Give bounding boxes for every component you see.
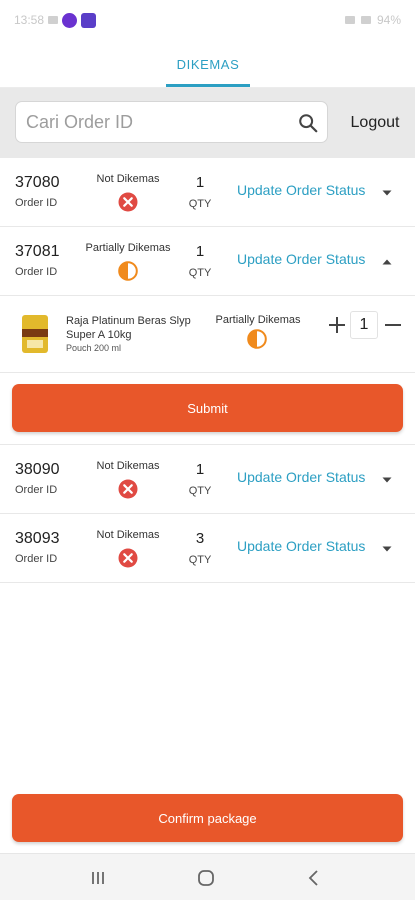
order-id: 38090 <box>15 461 60 478</box>
order-id-label: Order ID <box>15 484 58 496</box>
order-id-label: Order ID <box>15 553 58 565</box>
product-image <box>22 315 48 353</box>
product-variant: Pouch 200 ml <box>66 343 122 353</box>
order-qty: 1 <box>195 461 205 478</box>
order-item-row: Raja Platinum Beras Slyp Super A 10kg Po… <box>0 297 415 373</box>
product-name: Raja Platinum Beras Slyp Super A 10kg <box>66 315 191 341</box>
order-status-label: Partially Dikemas <box>85 242 171 254</box>
order-row[interactable]: 38093 Order ID Not Dikemas 3 QTY Update … <box>0 514 415 583</box>
confirm-package-button[interactable]: Confirm package <box>12 794 403 842</box>
update-order-status-link[interactable]: Update Order Status <box>237 251 365 267</box>
x-circle-icon <box>118 192 138 212</box>
status-right: 94% <box>344 13 401 27</box>
order-status-label: Not Dikemas <box>96 173 160 185</box>
product-image-band <box>22 329 48 337</box>
order-status-label: Not Dikemas <box>96 529 160 541</box>
order-qty: 1 <box>195 174 205 191</box>
app-notification-icon-2 <box>81 12 97 28</box>
chevron-up-icon[interactable] <box>381 256 393 268</box>
search-box[interactable] <box>15 101 328 143</box>
search-header: Logout <box>0 88 415 158</box>
home-icon[interactable] <box>194 866 218 890</box>
update-order-status-link[interactable]: Update Order Status <box>237 538 365 554</box>
order-id-label: Order ID <box>15 266 58 278</box>
logout-button[interactable]: Logout <box>344 112 406 134</box>
order-qty: 1 <box>195 243 205 260</box>
item-status-label: Partially Dikemas <box>215 314 301 326</box>
x-circle-icon <box>118 548 138 568</box>
back-icon[interactable] <box>302 866 326 890</box>
order-qty-label: QTY <box>188 554 212 566</box>
order-row[interactable]: 38090 Order ID Not Dikemas 1 QTY Update … <box>0 445 415 514</box>
update-order-status-link[interactable]: Update Order Status <box>237 469 365 485</box>
order-id: 37081 <box>15 243 60 260</box>
search-icon[interactable] <box>297 112 319 134</box>
quantity-stepper-value[interactable]: 1 <box>350 311 378 339</box>
decrement-button[interactable] <box>383 311 403 339</box>
chevron-down-icon[interactable] <box>381 543 393 555</box>
app-notification-icon <box>62 12 78 28</box>
x-circle-icon <box>118 479 138 499</box>
order-id-label: Order ID <box>15 197 58 209</box>
submit-section: Submit <box>0 373 415 445</box>
order-qty-label: QTY <box>188 485 212 497</box>
order-id: 38093 <box>15 530 60 547</box>
search-input[interactable] <box>26 108 286 136</box>
wifi-icon <box>344 16 355 24</box>
order-qty-label: QTY <box>188 267 212 279</box>
gallery-notification-icon <box>48 16 59 24</box>
order-id: 37080 <box>15 174 60 191</box>
battery-level: 94% <box>376 13 401 27</box>
tab-dikemas[interactable]: DIKEMAS <box>166 40 250 88</box>
half-circle-icon <box>247 329 267 349</box>
tab-active-indicator <box>166 84 250 87</box>
order-qty: 3 <box>195 530 205 547</box>
order-qty-label: QTY <box>188 198 212 210</box>
order-status-label: Not Dikemas <box>96 460 160 472</box>
status-bar: 13:58 94% <box>0 0 415 40</box>
status-left: 13:58 <box>14 12 97 28</box>
tab-bar: DIKEMAS <box>0 40 415 88</box>
product-image-tag <box>27 340 43 348</box>
status-time: 13:58 <box>14 13 45 27</box>
order-row[interactable]: 37080 Order ID Not Dikemas 1 QTY Update … <box>0 158 415 227</box>
chevron-down-icon[interactable] <box>381 187 393 199</box>
order-row-expanded[interactable]: 37081 Order ID Partially Dikemas 1 QTY U… <box>0 227 415 296</box>
recent-apps-icon[interactable] <box>86 866 110 890</box>
submit-button[interactable]: Submit <box>12 384 403 432</box>
update-order-status-link[interactable]: Update Order Status <box>237 182 365 198</box>
chevron-down-icon[interactable] <box>381 474 393 486</box>
half-circle-icon <box>118 261 138 281</box>
system-nav-bar <box>0 853 415 900</box>
signal-icon <box>360 16 371 24</box>
increment-button[interactable] <box>327 311 347 339</box>
